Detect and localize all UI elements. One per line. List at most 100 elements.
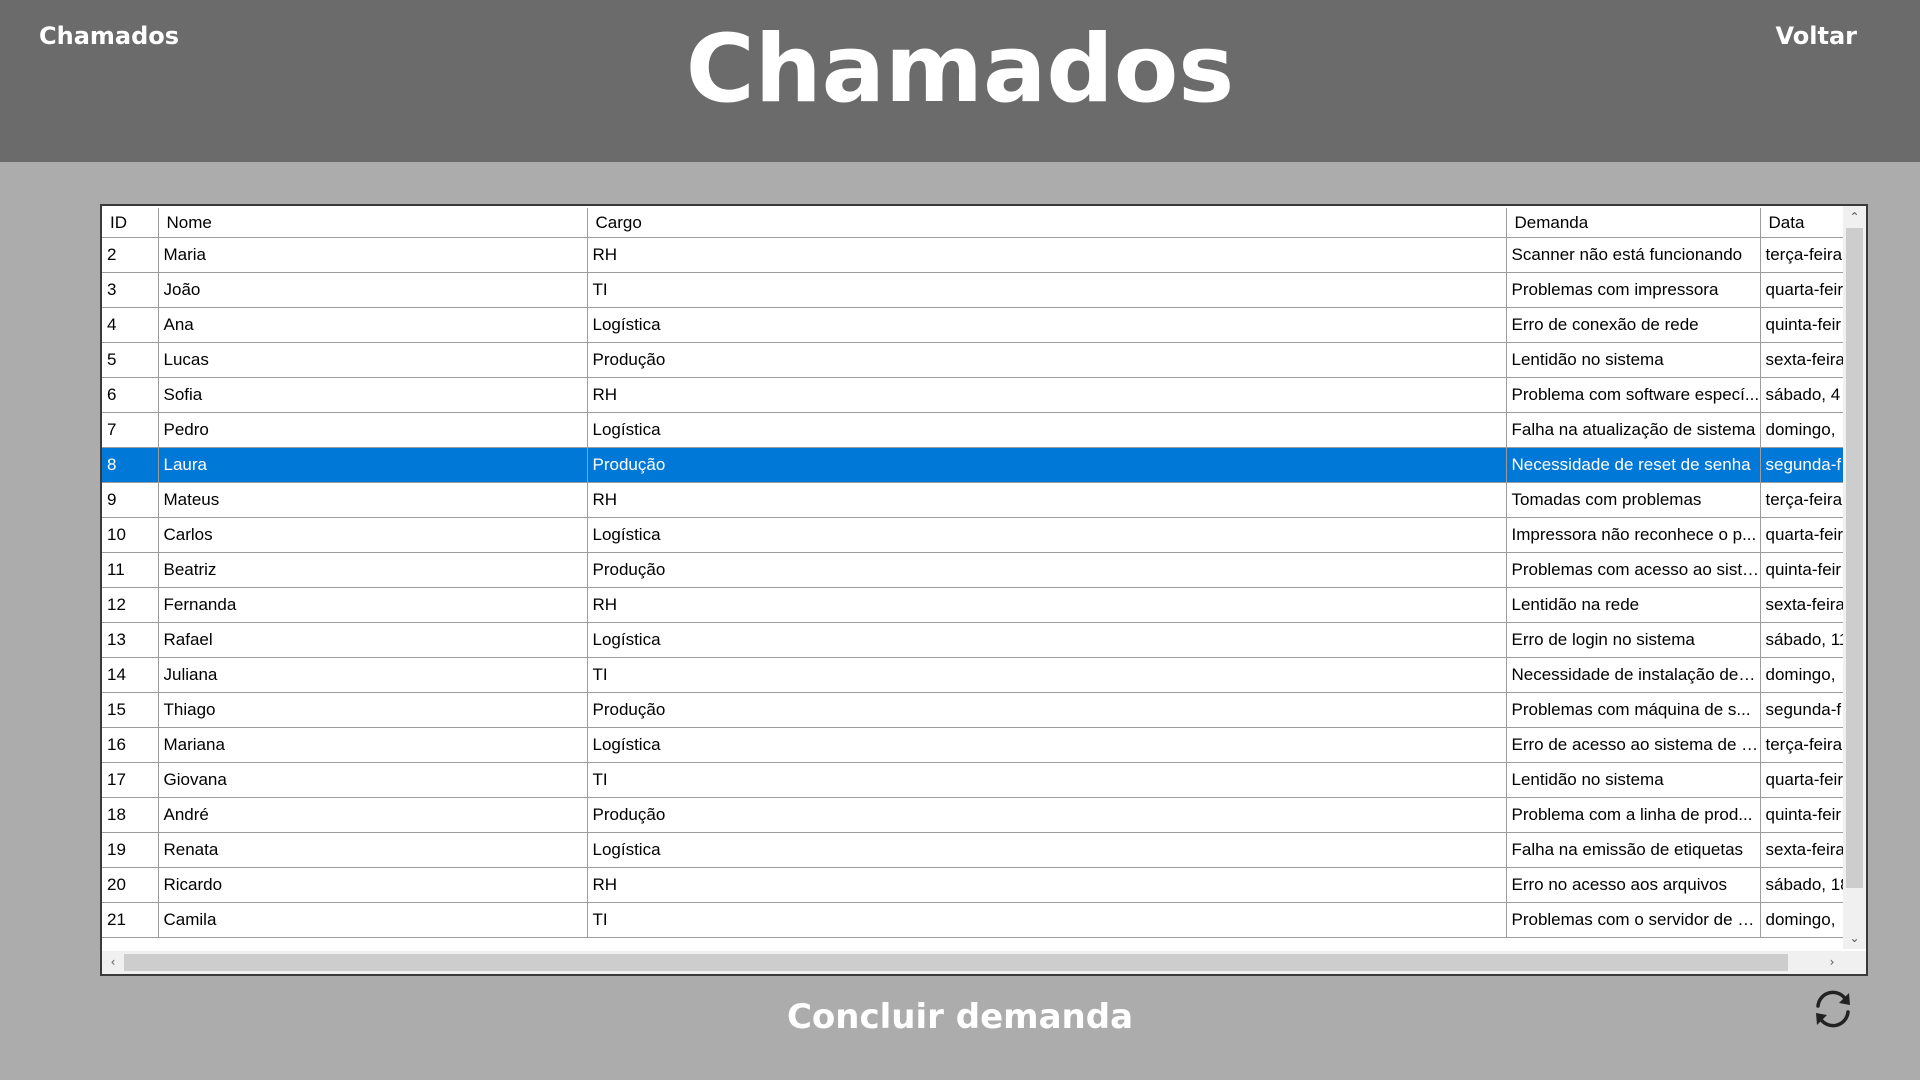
cell-nome: Juliana [158, 657, 588, 693]
table-row[interactable]: 21 Camila TI Problemas com o servidor de e.… [102, 902, 1844, 938]
cell-nome: Ana [158, 307, 588, 343]
cell-demanda: Falha na emissão de etiquetas [1506, 832, 1761, 868]
scroll-up-arrow-icon[interactable]: ⌃ [1847, 210, 1862, 224]
cell-nome: Fernanda [158, 587, 588, 623]
cell-nome: Thiago [158, 692, 588, 728]
cell-demanda: Erro no acesso aos arquivos [1506, 867, 1761, 903]
table-row[interactable]: 6 Sofia RH Problema com software especí... s… [102, 377, 1844, 413]
table-row[interactable]: 13 Rafael Logística Erro de login no sistem… [102, 622, 1844, 658]
cell-cargo: Logística [587, 832, 1507, 868]
cell-id: 21 [102, 902, 159, 938]
column-header-data[interactable]: Data [1760, 208, 1844, 238]
table-row[interactable]: 9 Mateus RH Tomadas com problemas terça-feir… [102, 482, 1844, 518]
cell-cargo: TI [587, 272, 1507, 308]
cell-cargo: Produção [587, 797, 1507, 833]
cell-nome: Mateus [158, 482, 588, 518]
cell-data: sexta-feira [1760, 342, 1844, 378]
cell-id: 6 [102, 377, 159, 413]
cell-cargo: Produção [587, 342, 1507, 378]
cell-nome: Ricardo [158, 867, 588, 903]
cell-data: quarta-feir [1760, 272, 1844, 308]
cell-nome: Giovana [158, 762, 588, 798]
cell-data: domingo, [1760, 657, 1844, 693]
cell-demanda: Erro de acesso ao sistema de e... [1506, 727, 1761, 763]
cell-cargo: Logística [587, 307, 1507, 343]
cell-nome: João [158, 272, 588, 308]
cell-data: quinta-feir [1760, 797, 1844, 833]
table-row[interactable]: 10 Carlos Logística Impressora não reconhec… [102, 517, 1844, 553]
cell-cargo: RH [587, 377, 1507, 413]
cell-id: 13 [102, 622, 159, 658]
cell-id: 7 [102, 412, 159, 448]
table-row[interactable]: 4 Ana Logística Erro de conexão de rede quin… [102, 307, 1844, 343]
column-header-nome[interactable]: Nome [158, 208, 588, 238]
cell-id: 12 [102, 587, 159, 623]
cell-nome: Camila [158, 902, 588, 938]
scroll-right-arrow-icon[interactable]: › [1825, 955, 1839, 969]
table-row[interactable]: 14 Juliana TI Necessidade de instalação de … [102, 657, 1844, 693]
tickets-table: ID Nome Cargo Demanda Data 2 Maria RH Scann… [102, 208, 1844, 938]
table-row[interactable]: 3 João TI Problemas com impressora quarta-fe… [102, 272, 1844, 308]
header-bar: Chamados Chamados Voltar [0, 0, 1920, 162]
table-row[interactable]: 7 Pedro Logística Falha na atualização de s… [102, 412, 1844, 448]
cell-cargo: Logística [587, 622, 1507, 658]
cell-nome: Rafael [158, 622, 588, 658]
cell-demanda: Erro de conexão de rede [1506, 307, 1761, 343]
cell-cargo: RH [587, 867, 1507, 903]
cell-nome: Laura [158, 447, 588, 483]
cell-nome: André [158, 797, 588, 833]
cell-nome: Carlos [158, 517, 588, 553]
cell-id: 4 [102, 307, 159, 343]
cell-cargo: RH [587, 587, 1507, 623]
horizontal-scrollbar[interactable]: ‹ › [102, 951, 1843, 974]
conclude-demand-button[interactable]: Concluir demanda [690, 990, 1230, 1044]
table-row[interactable]: 18 André Produção Problema com a linha de p… [102, 797, 1844, 833]
table-row[interactable]: 17 Giovana TI Lentidão no sistema quarta-fei… [102, 762, 1844, 798]
table-row[interactable]: 12 Fernanda RH Lentidão na rede sexta-feira [102, 587, 1844, 623]
column-header-id[interactable]: ID [102, 208, 159, 238]
cell-nome: Sofia [158, 377, 588, 413]
refresh-icon[interactable] [1808, 984, 1858, 1034]
vertical-scrollbar[interactable]: ⌃ ⌄ [1843, 206, 1866, 949]
cell-demanda: Problema com a linha de prod... [1506, 797, 1761, 833]
column-header-demanda[interactable]: Demanda [1506, 208, 1761, 238]
cell-data: terça-feira, [1760, 727, 1844, 763]
cell-cargo: Logística [587, 412, 1507, 448]
cell-id: 15 [102, 692, 159, 728]
cell-data: segunda-f [1760, 447, 1844, 483]
table-row[interactable]: 8 Laura Produção Necessidade de reset de se… [102, 447, 1844, 483]
table-row[interactable]: 20 Ricardo RH Erro no acesso aos arquivos sá… [102, 867, 1844, 903]
table-row[interactable]: 19 Renata Logística Falha na emissão de eti… [102, 832, 1844, 868]
scroll-down-arrow-icon[interactable]: ⌄ [1847, 931, 1862, 945]
scrollbar-corner [1843, 951, 1866, 974]
cell-demanda: Lentidão no sistema [1506, 762, 1761, 798]
cell-data: segunda-f [1760, 692, 1844, 728]
cell-demanda: Problemas com o servidor de e... [1506, 902, 1761, 938]
cell-nome: Maria [158, 237, 588, 273]
table-row[interactable]: 5 Lucas Produção Lentidão no sistema sexta-f… [102, 342, 1844, 378]
cell-cargo: RH [587, 482, 1507, 518]
cell-cargo: Logística [587, 727, 1507, 763]
cell-data: quarta-feir [1760, 517, 1844, 553]
cell-demanda: Lentidão na rede [1506, 587, 1761, 623]
horizontal-scroll-thumb[interactable] [124, 954, 1788, 971]
cell-data: domingo, [1760, 412, 1844, 448]
table-row[interactable]: 11 Beatriz Produção Problemas com acesso ao… [102, 552, 1844, 588]
cell-data: sábado, 11 [1760, 622, 1844, 658]
back-link[interactable]: Voltar [1776, 22, 1857, 50]
table-row[interactable]: 2 Maria RH Scanner não está funcionando terç… [102, 237, 1844, 273]
cell-nome: Lucas [158, 342, 588, 378]
cell-demanda: Impressora não reconhece o p... [1506, 517, 1761, 553]
cell-data: sexta-feira [1760, 832, 1844, 868]
cell-demanda: Lentidão no sistema [1506, 342, 1761, 378]
table-header-row: ID Nome Cargo Demanda Data [102, 208, 1844, 238]
cell-id: 9 [102, 482, 159, 518]
column-header-cargo[interactable]: Cargo [587, 208, 1507, 238]
cell-id: 5 [102, 342, 159, 378]
vertical-scroll-thumb[interactable] [1846, 228, 1863, 888]
cell-demanda: Problemas com acesso ao siste... [1506, 552, 1761, 588]
table-row[interactable]: 16 Mariana Logística Erro de acesso ao sist… [102, 727, 1844, 763]
cell-nome: Renata [158, 832, 588, 868]
scroll-left-arrow-icon[interactable]: ‹ [106, 955, 120, 969]
table-row[interactable]: 15 Thiago Produção Problemas com máquina de… [102, 692, 1844, 728]
